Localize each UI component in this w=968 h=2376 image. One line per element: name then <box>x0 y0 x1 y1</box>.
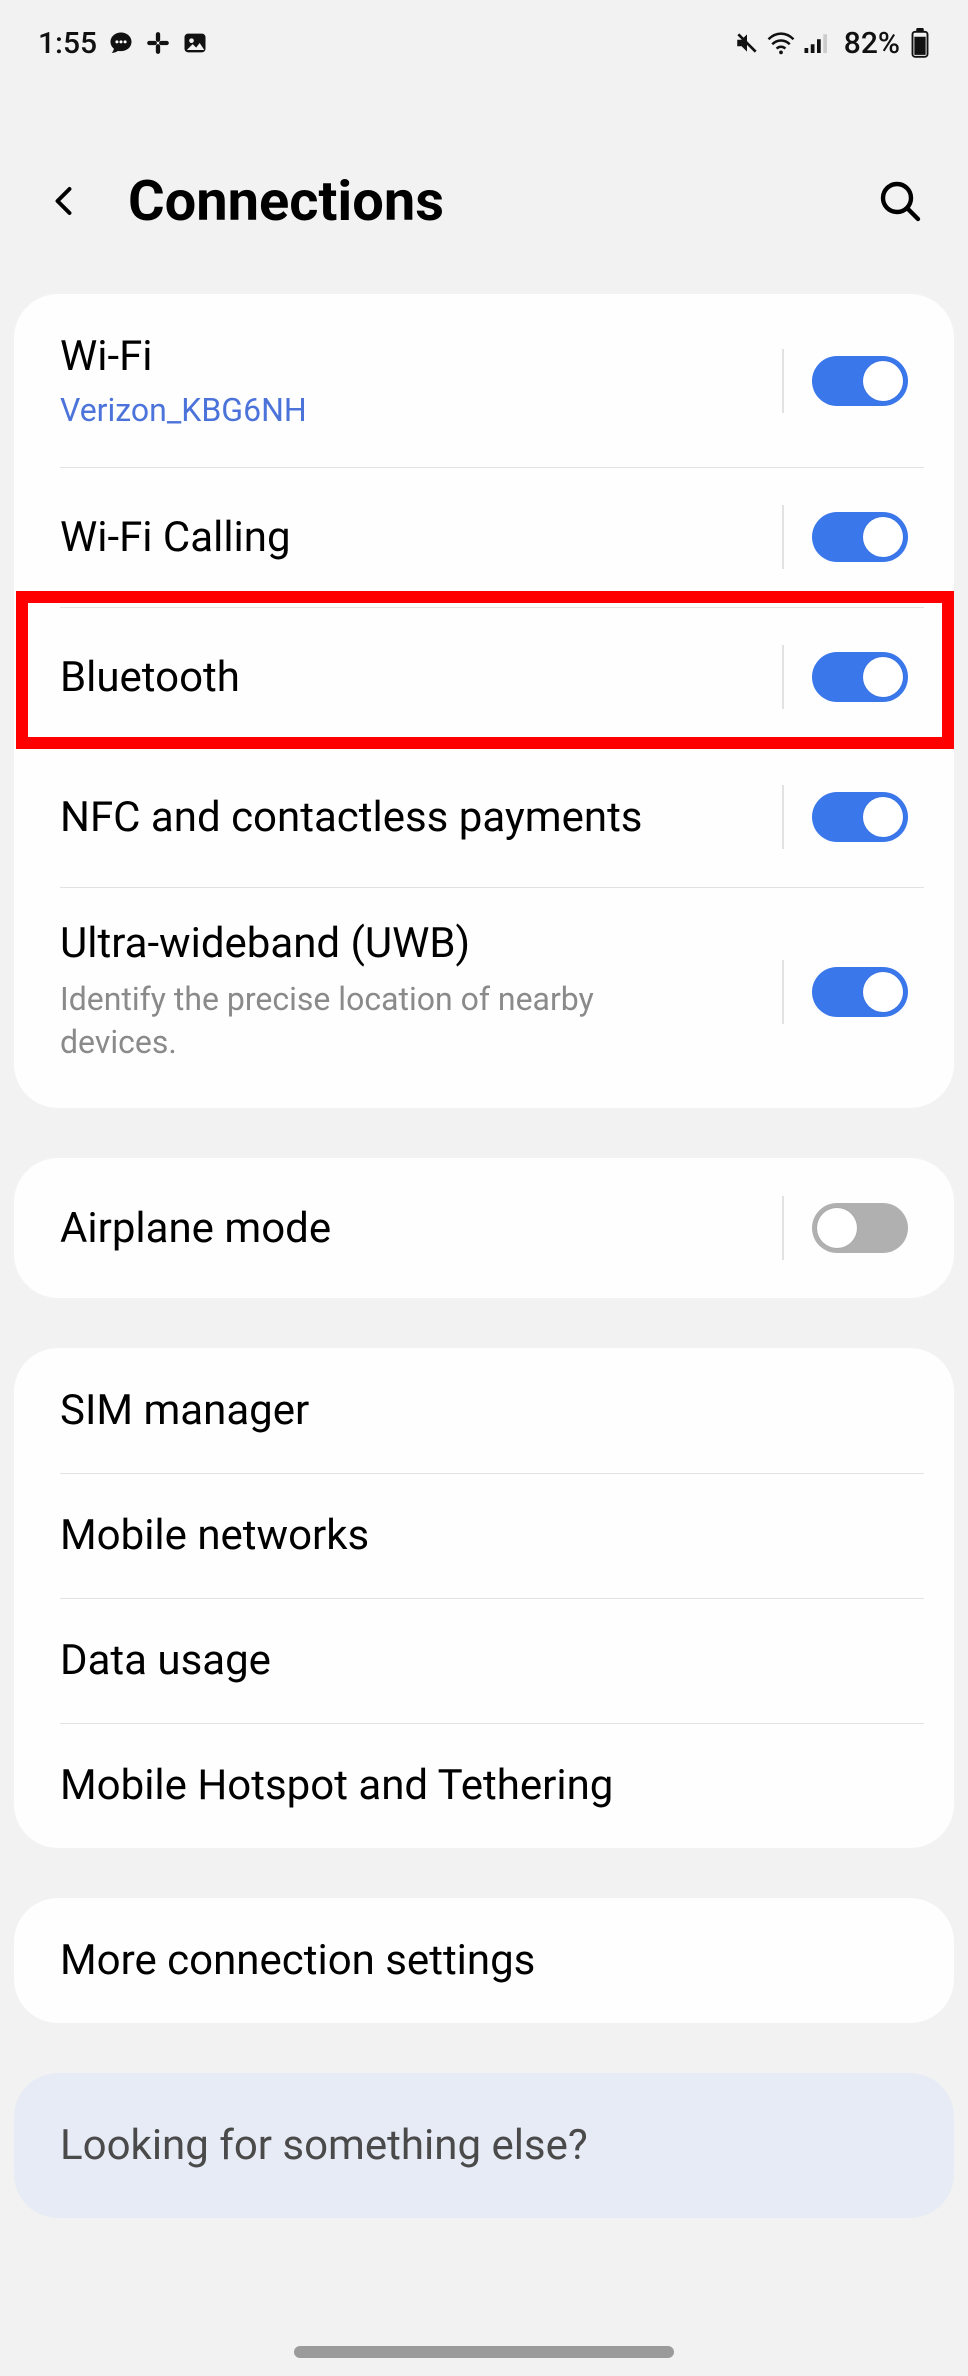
mobile-networks-title: Mobile networks <box>60 1511 908 1560</box>
airplane-row[interactable]: Airplane mode <box>14 1158 954 1298</box>
uwb-row[interactable]: Ultra-wideband (UWB) Identify the precis… <box>14 887 954 1108</box>
wifi-row[interactable]: Wi-Fi Verizon_KBG6NH <box>14 294 954 467</box>
wifi-calling-toggle[interactable] <box>812 512 908 562</box>
uwb-toggle[interactable] <box>812 967 908 1017</box>
connections-group-2: Airplane mode <box>14 1158 954 1298</box>
photo-icon <box>181 29 209 57</box>
airplane-title: Airplane mode <box>60 1204 782 1253</box>
uwb-title: Ultra-wideband (UWB) <box>60 919 782 968</box>
bluetooth-title: Bluetooth <box>60 653 782 702</box>
search-button[interactable] <box>872 173 928 229</box>
suggestion-text: Looking for something else? <box>60 2121 908 2170</box>
mobile-networks-row[interactable]: Mobile networks <box>14 1473 954 1598</box>
uwb-description: Identify the precise location of nearby … <box>60 978 660 1064</box>
slack-icon <box>145 30 171 56</box>
bluetooth-row[interactable]: Bluetooth <box>14 607 954 747</box>
status-right: 82% <box>734 26 930 61</box>
gesture-bar[interactable] <box>294 2346 674 2358</box>
data-usage-row[interactable]: Data usage <box>14 1598 954 1723</box>
more-settings-title: More connection settings <box>60 1936 908 1985</box>
signal-icon <box>802 30 832 56</box>
header: Connections <box>0 78 968 294</box>
nfc-toggle[interactable] <box>812 792 908 842</box>
bluetooth-toggle[interactable] <box>812 652 908 702</box>
wifi-icon <box>766 30 796 56</box>
battery-percent: 82% <box>844 26 900 61</box>
wifi-calling-row[interactable]: Wi-Fi Calling <box>14 467 954 607</box>
more-settings-row[interactable]: More connection settings <box>14 1898 954 2023</box>
wifi-toggle[interactable] <box>812 356 908 406</box>
status-time: 1:55 <box>38 26 97 61</box>
page-title: Connections <box>128 168 834 234</box>
status-bar: 1:55 82% <box>0 0 968 78</box>
status-left: 1:55 <box>38 26 209 61</box>
data-usage-title: Data usage <box>60 1636 908 1685</box>
mute-icon <box>734 30 760 56</box>
battery-icon <box>910 28 930 58</box>
airplane-toggle[interactable] <box>812 1203 908 1253</box>
connections-group-1: Wi-Fi Verizon_KBG6NH Wi-Fi Calling Bluet… <box>14 294 954 1108</box>
wifi-title: Wi-Fi <box>60 332 782 381</box>
connections-group-3: SIM manager Mobile networks Data usage M… <box>14 1348 954 1848</box>
search-icon <box>876 177 924 225</box>
connections-group-4: More connection settings <box>14 1898 954 2023</box>
chevron-left-icon <box>47 180 83 222</box>
messages-icon <box>107 29 135 57</box>
nfc-title: NFC and contactless payments <box>60 793 782 842</box>
wifi-calling-title: Wi-Fi Calling <box>60 513 782 562</box>
hotspot-row[interactable]: Mobile Hotspot and Tethering <box>14 1723 954 1848</box>
suggestion-card[interactable]: Looking for something else? <box>14 2073 954 2218</box>
hotspot-title: Mobile Hotspot and Tethering <box>60 1761 908 1810</box>
nfc-row[interactable]: NFC and contactless payments <box>14 747 954 887</box>
sim-manager-row[interactable]: SIM manager <box>14 1348 954 1473</box>
back-button[interactable] <box>40 176 90 226</box>
wifi-network: Verizon_KBG6NH <box>60 391 782 429</box>
sim-title: SIM manager <box>60 1386 908 1435</box>
